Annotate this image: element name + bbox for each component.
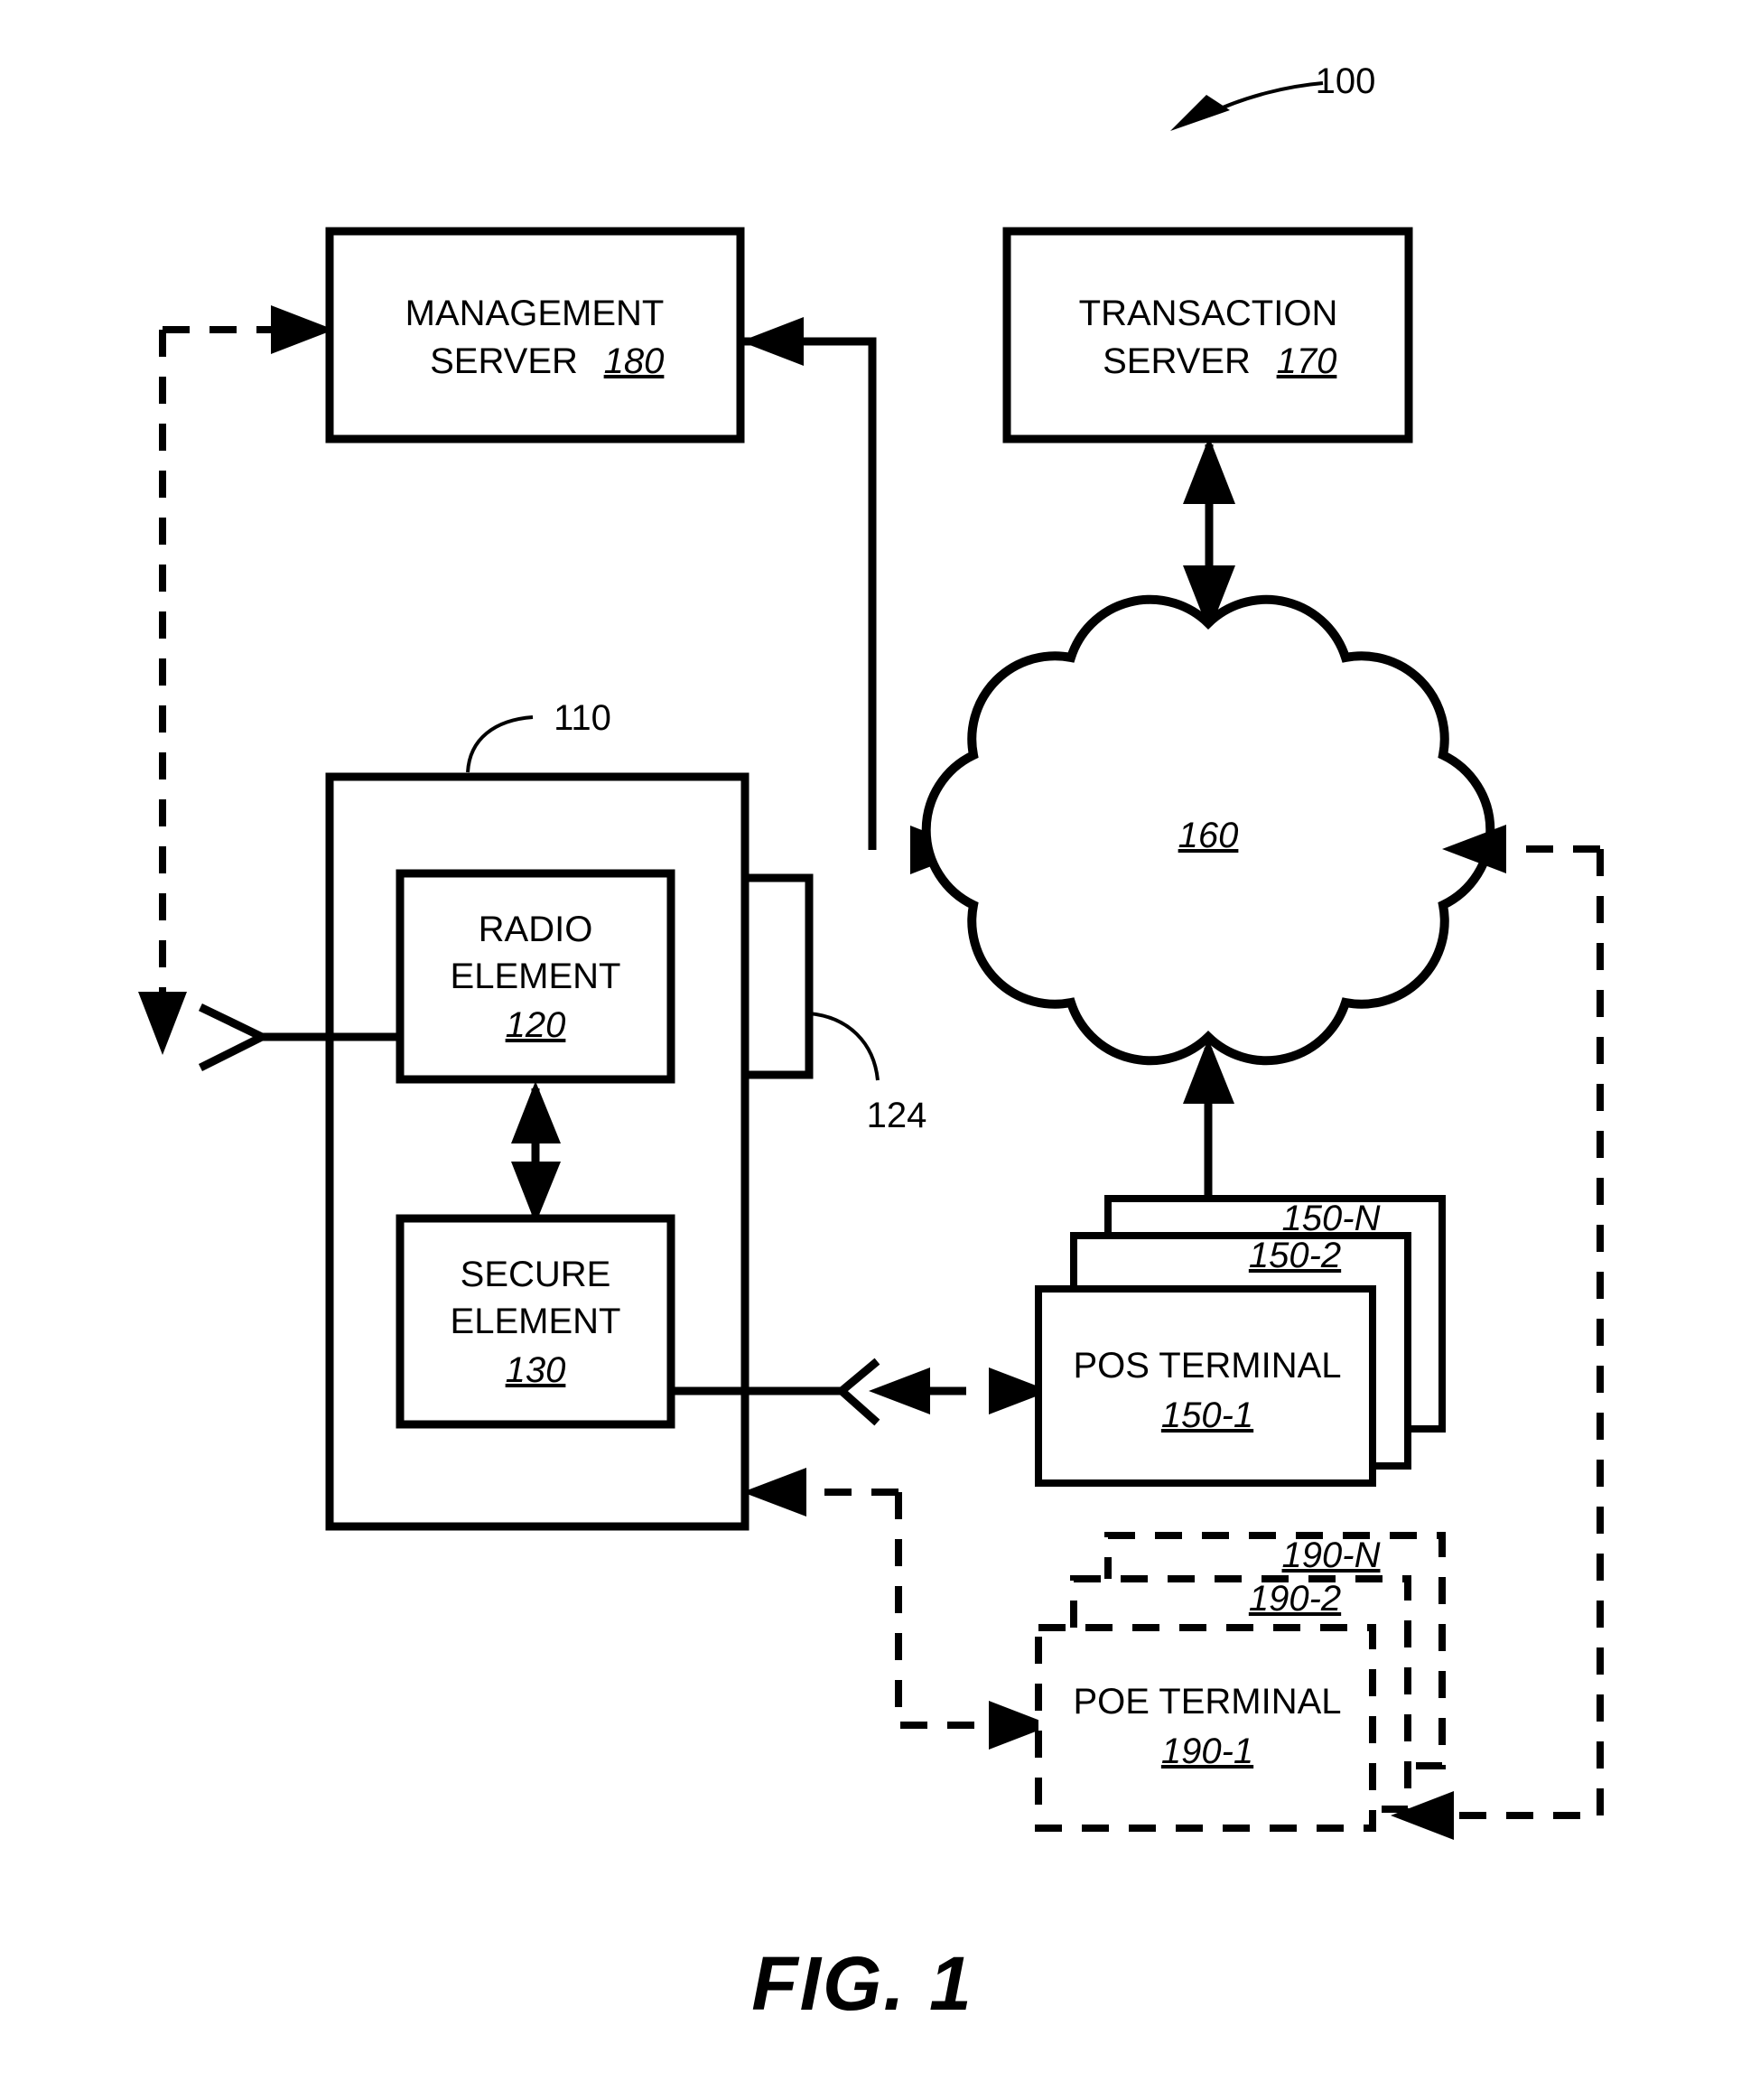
radio-element-node: RADIO ELEMENT 120 <box>396 869 675 1084</box>
device-ref-label: 110 <box>554 698 611 738</box>
poe-terminal-label: POE TERMINAL <box>1073 1682 1341 1722</box>
transaction-server-line1: TRANSACTION <box>1079 294 1338 333</box>
antenna-port-ref: 124 <box>867 1096 927 1135</box>
radio-element-ref: 120 <box>506 1005 566 1045</box>
secure-element-line2: ELEMENT <box>451 1302 621 1341</box>
radio-element-line2: ELEMENT <box>451 957 621 996</box>
secure-element-ref: 130 <box>506 1350 566 1390</box>
secure-element-node: SECURE ELEMENT 130 <box>396 1214 675 1429</box>
device-ref-leader: 110 <box>466 698 611 773</box>
pos-terminal-middle-ref: 150-2 <box>1249 1236 1341 1275</box>
pos-terminal-label: POS TERMINAL <box>1073 1346 1341 1386</box>
pos-terminal-stack: 150-N 150-2 POS TERMINAL 150-1 <box>1035 1195 1446 1487</box>
link-device-to-management-server <box>138 305 334 1055</box>
pos-terminal-front-ref: 150-1 <box>1161 1395 1253 1435</box>
link-device-to-poe-terminal <box>742 1468 1052 1750</box>
management-server-line1: MANAGEMENT <box>405 294 665 333</box>
nfc-antenna-icon <box>835 1358 880 1426</box>
management-server-line2: SERVER <box>430 341 578 381</box>
pos-terminal-front-card <box>1035 1285 1376 1487</box>
poe-terminal-front-card <box>1035 1624 1376 1832</box>
figure-caption: FIG. 1 <box>751 1941 973 2026</box>
poe-terminal-middle-ref: 190-2 <box>1249 1579 1341 1619</box>
antenna-port-node: 124 <box>738 873 927 1135</box>
poe-terminal-front-ref: 190-1 <box>1161 1731 1253 1771</box>
transaction-server-node: TRANSACTION SERVER 170 <box>1002 227 1413 443</box>
link-transaction-server-cloud <box>1183 437 1235 632</box>
poe-terminal-back-ref: 190-N <box>1282 1535 1381 1575</box>
transaction-server-ref: 170 <box>1277 341 1337 381</box>
poe-terminal-stack: 190-N 190-2 POE TERMINAL 190-1 <box>1035 1532 1446 1832</box>
network-cloud-ref: 160 <box>1178 816 1239 855</box>
management-server-ref: 180 <box>604 341 665 381</box>
management-server-node: MANAGEMENT SERVER 180 <box>325 227 745 443</box>
system-ref-leader <box>1170 81 1324 131</box>
network-cloud-node: 160 <box>921 594 1495 1066</box>
patent-figure: 100 MANAGEMENT SERVER 180 TRANSACTION SE… <box>0 0 1741 2100</box>
system-ref-label: 100 <box>1316 61 1376 101</box>
secure-element-line1: SECURE <box>461 1255 611 1294</box>
radio-element-line1: RADIO <box>479 910 593 949</box>
transaction-server-line2: SERVER <box>1103 341 1251 381</box>
figure-canvas: 100 MANAGEMENT SERVER 180 TRANSACTION SE… <box>138 61 1604 2026</box>
